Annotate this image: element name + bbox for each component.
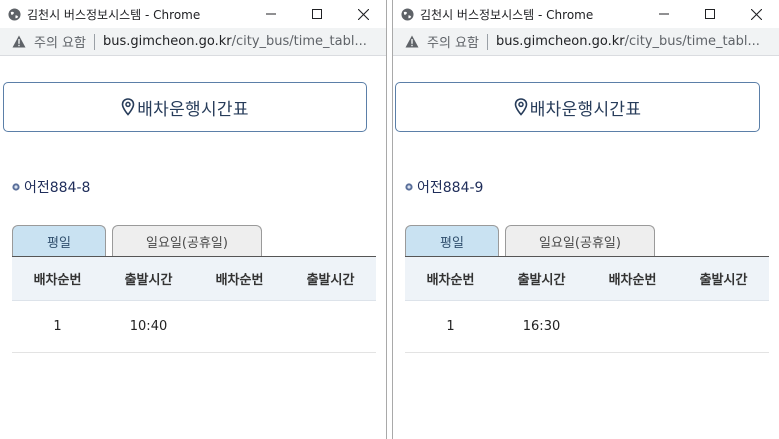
tab-sunday-holiday[interactable]: 일요일(공휴일) [505,225,655,256]
column-header: 출발시간 [678,257,769,301]
table-cell [285,300,376,353]
column-header: 배차순번 [405,257,496,301]
page-title: 배차운행시간표 [137,99,249,120]
route-label: 어전884-8 [12,177,90,197]
location-pin-icon [514,98,528,116]
column-header: 배차순번 [12,257,103,301]
table-cell: 10:40 [103,300,194,353]
url-host: bus.gimcheon.go.kr [102,34,232,49]
warning-icon[interactable] [405,35,419,48]
minimize-icon [266,13,276,15]
route-name: 어전884-8 [24,180,91,196]
url-text[interactable]: bus.gimcheon.go.kr/city_bus/time_tabl... [103,34,367,49]
minimize-button[interactable] [248,0,294,28]
column-header: 배차순번 [587,257,678,301]
warning-icon[interactable] [12,35,26,48]
minimize-icon [659,13,669,15]
page-title: 배차운행시간표 [529,99,642,120]
url-path: /city_bus/time_tabl... [231,34,367,49]
browser-window-right: 김천시 버스정보시스템 - Chrome 주의 요함 bus.gimcheon.… [392,0,779,439]
table-cell [587,300,678,353]
url-host: bus.gimcheon.go.kr [495,34,625,49]
address-bar[interactable]: 주의 요함 bus.gimcheon.go.kr/city_bus/time_t… [0,28,386,56]
column-header: 배차순번 [194,257,285,301]
address-separator [486,33,488,50]
column-header: 출발시간 [103,257,194,301]
globe-icon [401,7,414,21]
route-bullet-icon [12,183,20,191]
location-pin-icon [121,98,135,116]
minimize-button[interactable] [641,0,687,28]
tab-weekday[interactable]: 평일 [405,225,499,256]
route-label: 어전884-9 [405,177,483,197]
page-content: 배차운행시간표 어전884-9 평일 일요일(공휴일) 배차순번 출발시간 배차… [393,56,779,439]
address-separator [93,33,95,50]
globe-icon [8,7,21,21]
address-bar[interactable]: 주의 요함 bus.gimcheon.go.kr/city_bus/time_t… [393,28,779,56]
table-cell: 1 [405,300,496,353]
window-title: 김천시 버스정보시스템 - Chrome [27,7,201,22]
table-row: 1 16:30 [405,300,769,353]
tab-sunday-holiday[interactable]: 일요일(공휴일) [112,225,262,256]
page-header: 배차운행시간표 [395,82,760,132]
security-status[interactable]: 주의 요함 [34,32,86,51]
close-icon [357,8,369,20]
title-bar[interactable]: 김천시 버스정보시스템 - Chrome [393,0,779,28]
table-cell [194,300,285,353]
day-tabs: 평일 일요일(공휴일) [12,225,268,256]
url-text[interactable]: bus.gimcheon.go.kr/city_bus/time_tabl... [496,34,760,49]
security-status[interactable]: 주의 요함 [427,32,479,51]
route-name: 어전884-9 [417,180,484,196]
column-header: 출발시간 [496,257,587,301]
table-cell [678,300,769,353]
day-tabs: 평일 일요일(공휴일) [405,225,661,256]
maximize-icon [312,9,322,19]
page-header: 배차운행시간표 [3,82,367,132]
window-title: 김천시 버스정보시스템 - Chrome [420,7,594,22]
maximize-button[interactable] [687,0,733,28]
page-content: 배차운행시간표 어전884-8 평일 일요일(공휴일) 배차순번 출발시간 배차… [0,56,386,439]
route-bullet-icon [405,183,413,191]
browser-window-left: 김천시 버스정보시스템 - Chrome 주의 요함 bus.gimcheon.… [0,0,387,439]
close-button[interactable] [340,0,386,28]
column-header: 출발시간 [285,257,376,301]
table-cell: 1 [12,300,103,353]
tab-weekday[interactable]: 평일 [12,225,106,256]
table-header-row: 배차순번 출발시간 배차순번 출발시간 [405,257,769,301]
maximize-icon [705,9,715,19]
table-cell: 16:30 [496,300,587,353]
close-icon [750,8,762,20]
table-row: 1 10:40 [12,300,376,353]
schedule-table: 배차순번 출발시간 배차순번 출발시간 1 10:40 [12,257,376,353]
url-path: /city_bus/time_tabl... [624,34,760,49]
maximize-button[interactable] [294,0,340,28]
window-controls [248,0,386,28]
table-header-row: 배차순번 출발시간 배차순번 출발시간 [12,257,376,301]
window-controls [641,0,779,28]
close-button[interactable] [733,0,779,28]
title-bar[interactable]: 김천시 버스정보시스템 - Chrome [0,0,386,28]
schedule-table: 배차순번 출발시간 배차순번 출발시간 1 16:30 [405,257,769,353]
